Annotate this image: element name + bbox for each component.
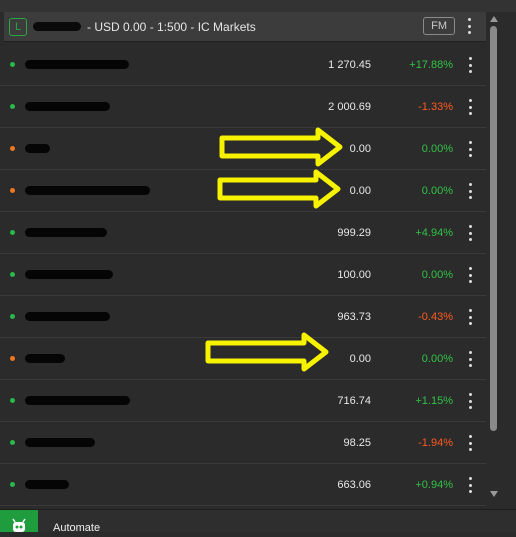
yellow-arrow-annotation xyxy=(217,169,341,209)
scroll-down-icon[interactable] xyxy=(490,491,498,497)
annotation-arrows xyxy=(205,127,343,372)
robot-icon[interactable] xyxy=(0,510,38,532)
automate-label[interactable]: Automate xyxy=(53,522,100,534)
yellow-arrow-annotation xyxy=(219,127,343,167)
scrollbar-thumb[interactable] xyxy=(490,26,497,431)
scroll-up-icon[interactable] xyxy=(490,16,498,22)
bottom-bar: Automate xyxy=(0,509,516,534)
yellow-arrow-annotation xyxy=(205,332,329,372)
